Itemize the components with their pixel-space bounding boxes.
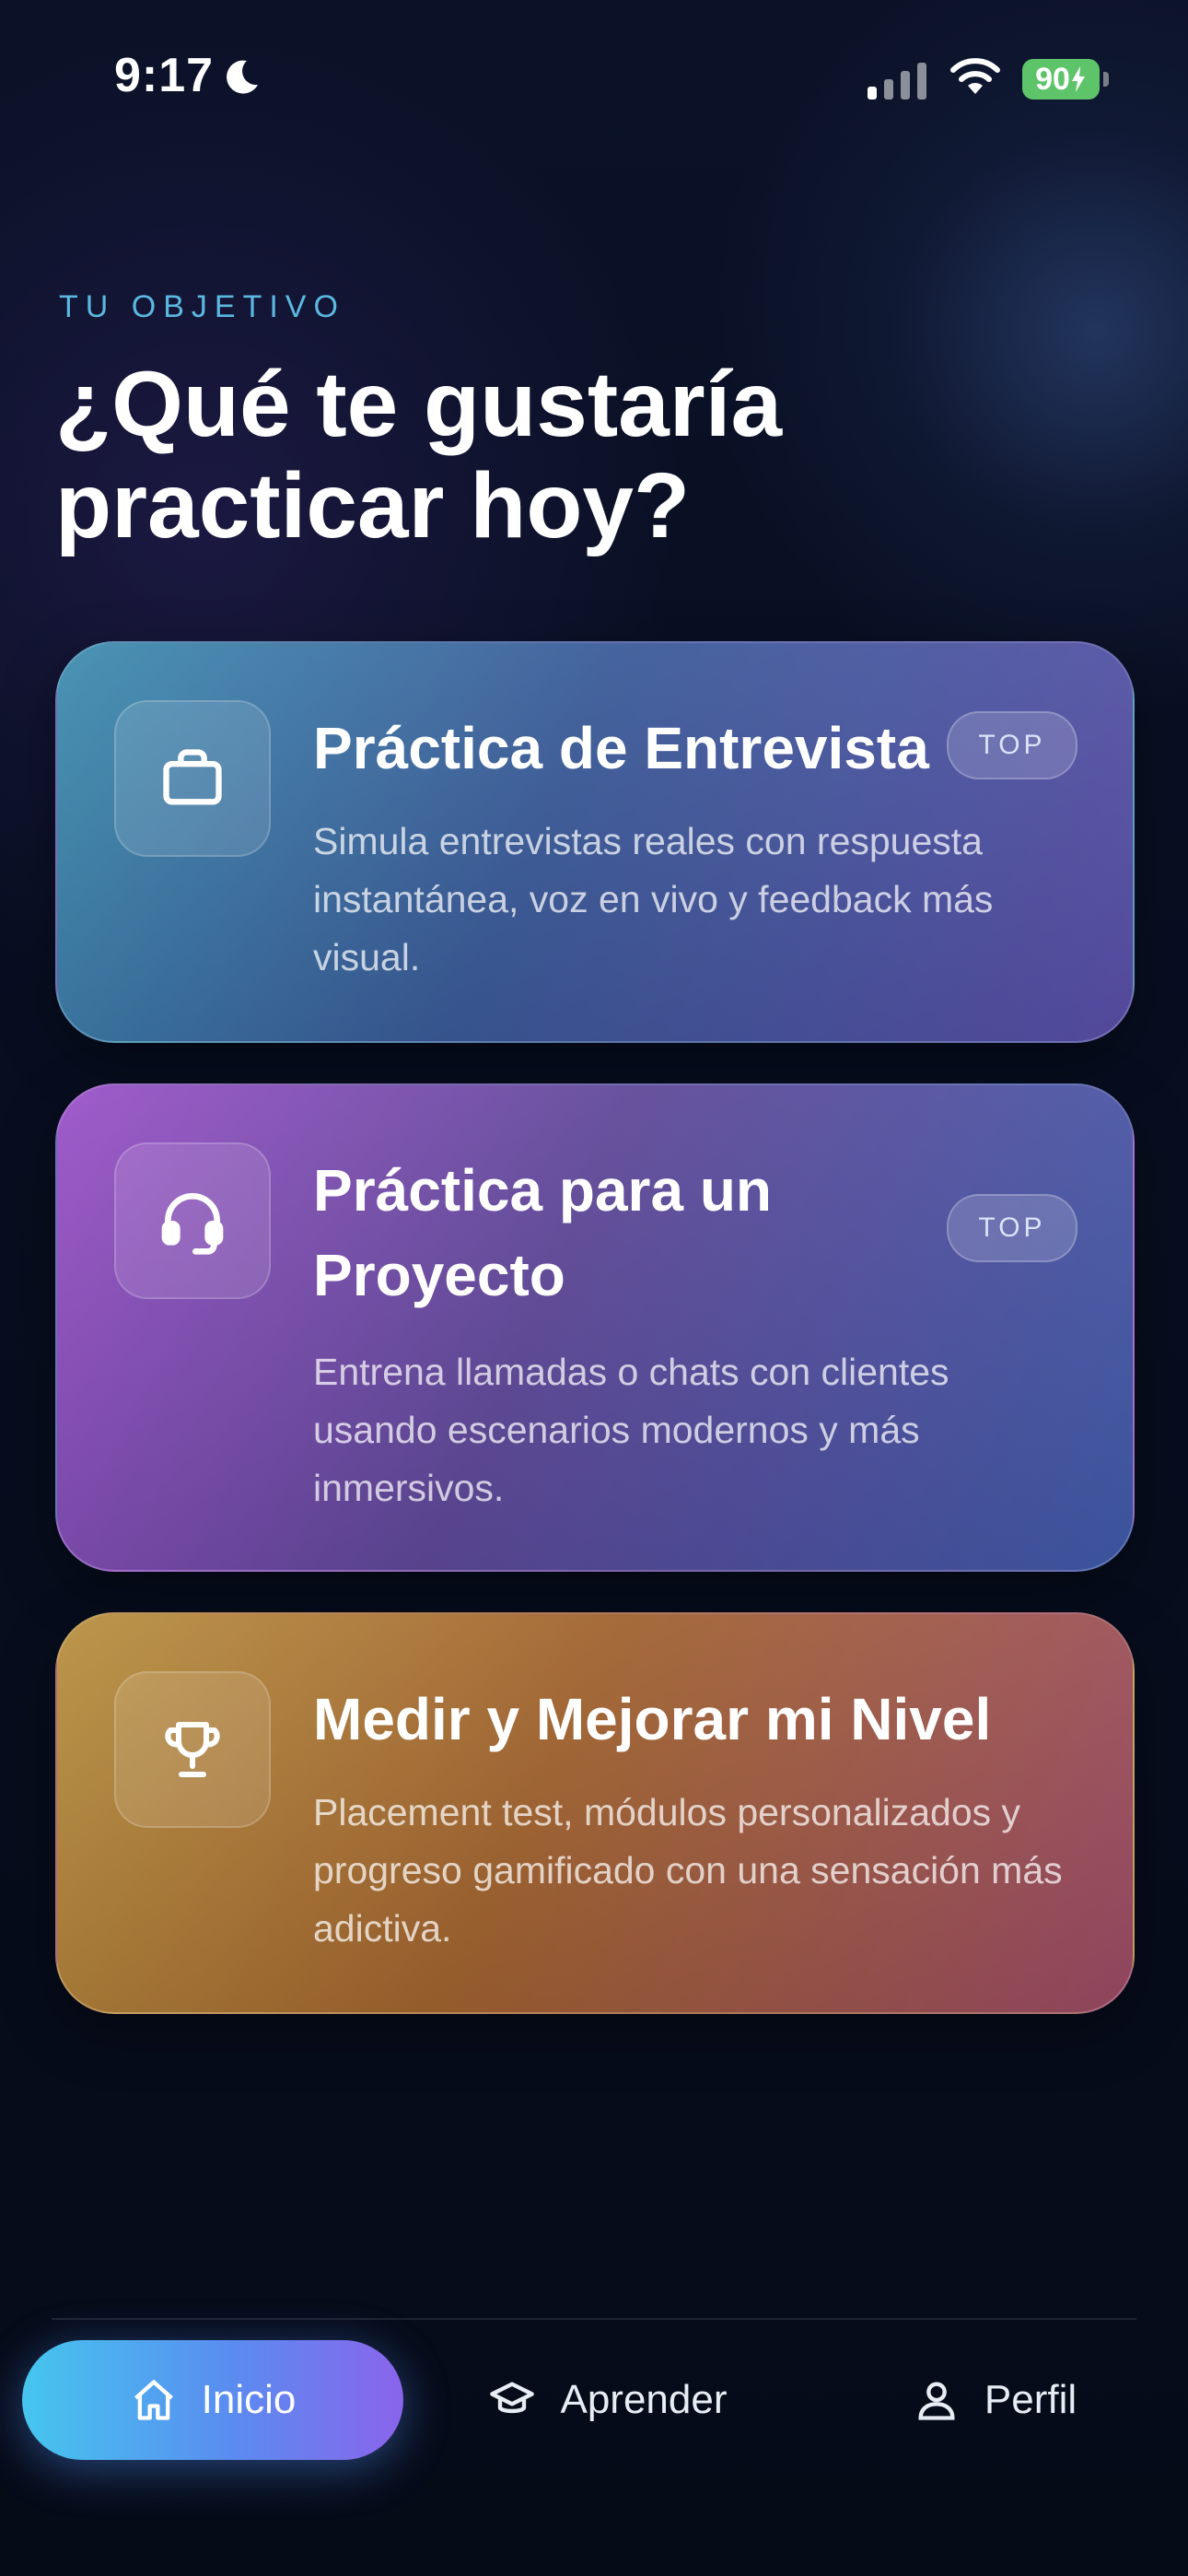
- home-icon: [134, 2380, 173, 2420]
- status-bar: 9:17 90: [0, 0, 1188, 157]
- project-practice-card[interactable]: Práctica para un Proyecto TOP Entrena ll…: [55, 1083, 1135, 1572]
- nav-label: Perfil: [984, 2377, 1077, 2422]
- card-description: Placement test, módulos personalizados y…: [313, 1791, 1063, 1950]
- graduation-cap-icon: [490, 2382, 535, 2414]
- signal-icon: [868, 63, 926, 100]
- card-title: Medir y Mejorar mi Nivel: [313, 1686, 992, 1752]
- nav-label: Aprender: [560, 2377, 728, 2422]
- user-icon: [918, 2382, 955, 2420]
- nav-learn[interactable]: Aprender: [442, 2340, 774, 2460]
- battery-level: 90: [1035, 61, 1070, 97]
- charging-bolt-icon: [1071, 66, 1085, 92]
- nav-profile[interactable]: Perfil: [856, 2340, 1133, 2460]
- status-time: 9:17: [114, 49, 215, 102]
- card-description: Simula entrevistas reales con respuesta …: [313, 820, 994, 978]
- card-description: Entrena llamadas o chats con clientes us…: [313, 1351, 949, 1509]
- interview-practice-card[interactable]: Práctica de Entrevista TOP Simula entrev…: [55, 641, 1135, 1043]
- battery-indicator: 90: [1022, 59, 1100, 100]
- card-icon-box: [114, 1671, 271, 1828]
- card-icon-box: [114, 700, 271, 857]
- nav-home[interactable]: Inicio: [22, 2340, 403, 2460]
- card-title: Práctica de Entrevista: [313, 715, 929, 781]
- nav-divider: [52, 2318, 1136, 2320]
- card-title: Práctica para un Proyecto: [313, 1157, 772, 1308]
- section-eyebrow: TU OBJETIVO: [59, 289, 345, 324]
- battery-cap: [1103, 72, 1109, 87]
- nav-label: Inicio: [201, 2377, 297, 2422]
- level-test-card[interactable]: Medir y Mejorar mi Nivel Placement test,…: [55, 1612, 1135, 2014]
- card-icon-box: [114, 1142, 271, 1299]
- wifi-icon: [950, 58, 1000, 94]
- moon-icon: [227, 60, 258, 94]
- trophy-icon: [165, 1722, 220, 1777]
- top-badge: TOP: [947, 711, 1077, 779]
- top-badge: TOP: [947, 1194, 1077, 1262]
- briefcase-icon: [163, 749, 222, 805]
- page-title: ¿Qué te gustaría practicar hoy?: [55, 353, 783, 557]
- headset-icon: [161, 1193, 224, 1255]
